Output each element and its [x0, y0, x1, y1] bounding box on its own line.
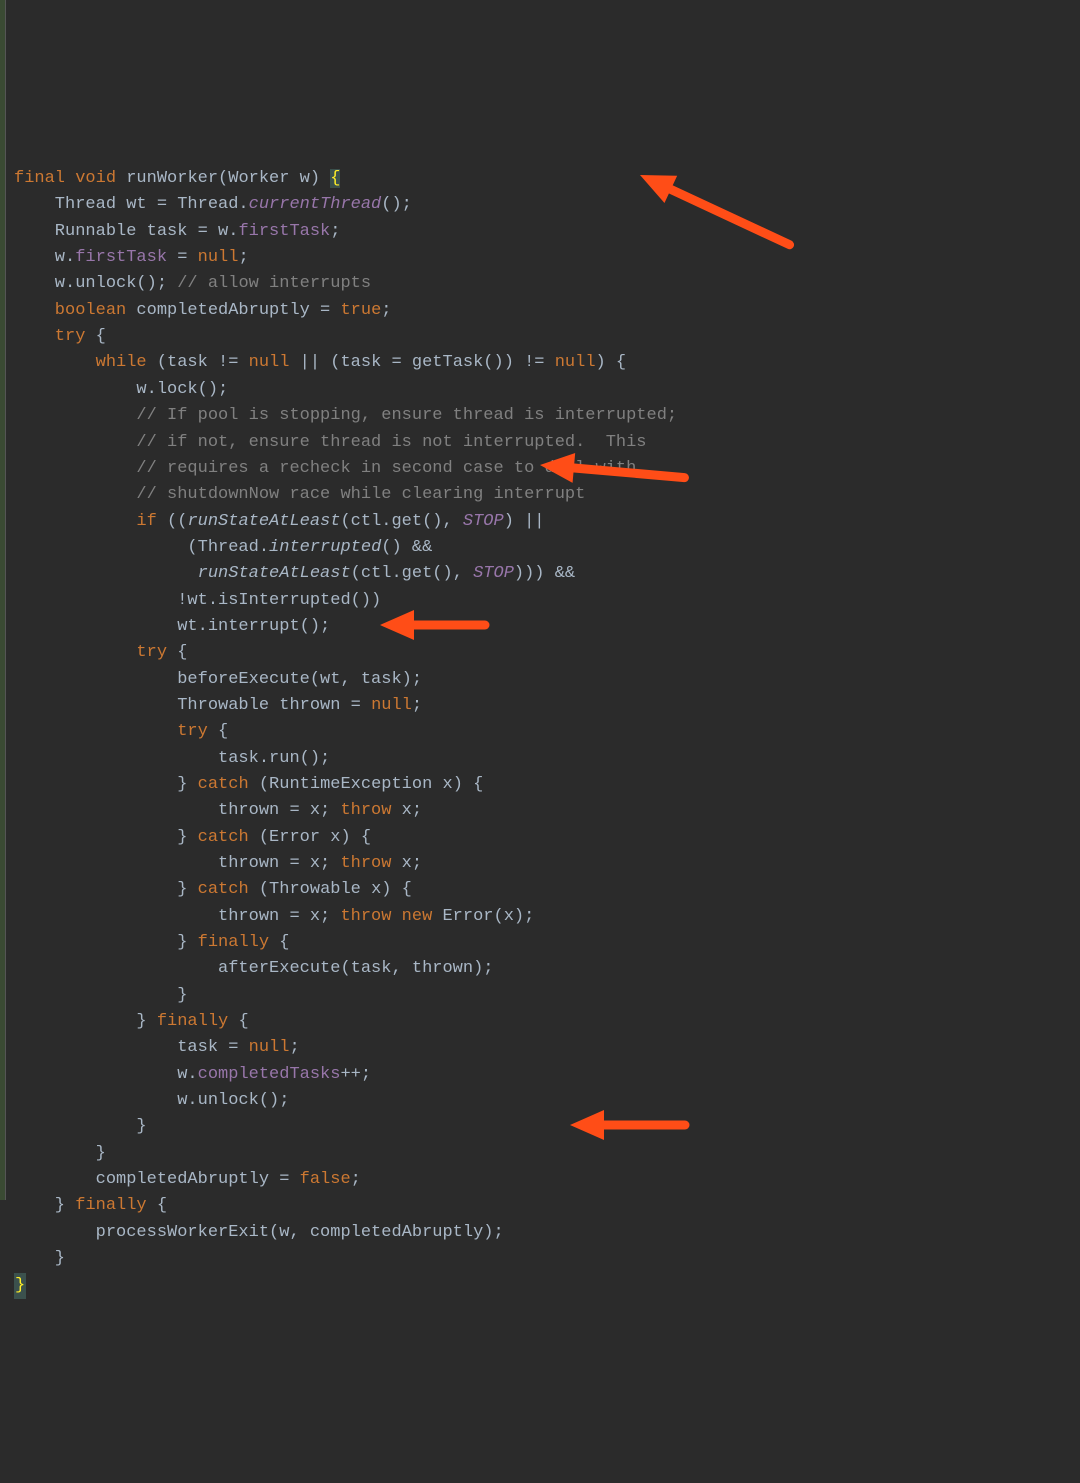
code-line: } finally { — [14, 1196, 167, 1215]
code-line: Throwable thrown = null; — [14, 696, 422, 715]
code-line: completedAbruptly = false; — [14, 1170, 361, 1189]
code-line: w.unlock(); — [14, 1091, 289, 1110]
code-line: } catch (Throwable x) { — [14, 880, 412, 899]
code-line: thrown = x; throw new Error(x); — [14, 907, 534, 926]
code-line: task = null; — [14, 1038, 300, 1057]
code-line: } — [14, 1117, 147, 1136]
code-line: (Thread.interrupted() && — [14, 538, 432, 557]
code-line: } — [14, 986, 187, 1005]
code-line: w.completedTasks++; — [14, 1065, 371, 1084]
code-line: w.firstTask = null; — [14, 248, 249, 267]
code-line: try { — [14, 722, 228, 741]
code-line: runStateAtLeast(ctl.get(), STOP))) && — [14, 564, 575, 583]
code-line: // If pool is stopping, ensure thread is… — [14, 406, 677, 425]
code-line: } catch (Error x) { — [14, 828, 371, 847]
code-line: // requires a recheck in second case to … — [14, 459, 636, 478]
code-line: w.lock(); — [14, 380, 228, 399]
code-line: w.unlock(); // allow interrupts — [14, 274, 371, 293]
code-line: } — [14, 1249, 65, 1268]
code-line: thrown = x; throw x; — [14, 854, 422, 873]
code-line: try { — [14, 327, 106, 346]
code-line: } finally { — [14, 1012, 249, 1031]
code-editor[interactable]: final void runWorker(Worker w) { Thread … — [0, 140, 1080, 1299]
code-line: afterExecute(task, thrown); — [14, 959, 493, 978]
code-line: !wt.isInterrupted()) — [14, 591, 381, 610]
code-line: if ((runStateAtLeast(ctl.get(), STOP) || — [14, 512, 545, 531]
code-line: beforeExecute(wt, task); — [14, 670, 422, 689]
code-line: } finally { — [14, 933, 289, 952]
code-line: final void runWorker(Worker w) { — [14, 169, 340, 188]
code-line: } — [14, 1144, 106, 1163]
code-line: wt.interrupt(); — [14, 617, 330, 636]
code-line: Runnable task = w.firstTask; — [14, 222, 340, 241]
code-line: // if not, ensure thread is not interrup… — [14, 433, 647, 452]
code-line: processWorkerExit(w, completedAbruptly); — [14, 1223, 504, 1242]
code-line: } catch (RuntimeException x) { — [14, 775, 483, 794]
code-line: while (task != null || (task = getTask()… — [14, 353, 626, 372]
code-line: Thread wt = Thread.currentThread(); — [14, 195, 412, 214]
code-line: thrown = x; throw x; — [14, 801, 422, 820]
code-line: boolean completedAbruptly = true; — [14, 301, 391, 320]
code-line: task.run(); — [14, 749, 330, 768]
code-line: } — [14, 1276, 26, 1295]
code-line: try { — [14, 643, 187, 662]
code-line: // shutdownNow race while clearing inter… — [14, 485, 585, 504]
